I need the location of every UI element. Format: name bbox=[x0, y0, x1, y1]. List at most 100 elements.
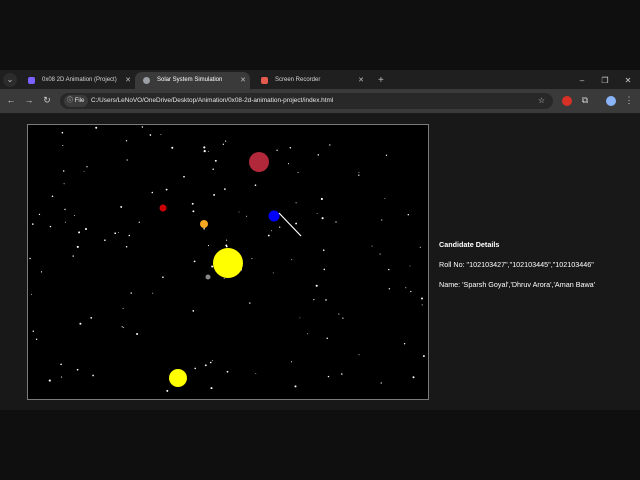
star bbox=[62, 170, 65, 172]
star bbox=[322, 249, 325, 251]
reload-icon[interactable]: ↻ bbox=[41, 95, 53, 106]
toolbar: ← → ↻ ⓘ File C:/Users/LeNoVO/OneDrive/De… bbox=[0, 89, 640, 113]
star bbox=[276, 149, 278, 151]
close-icon[interactable]: ✕ bbox=[125, 72, 131, 89]
star bbox=[128, 234, 131, 237]
tab-animation-project[interactable]: 0x08 2D Animation (Project) ✕ bbox=[20, 72, 135, 89]
star bbox=[388, 268, 390, 271]
close-icon[interactable]: ✕ bbox=[240, 72, 246, 89]
back-icon[interactable]: ← bbox=[5, 95, 17, 105]
star bbox=[203, 146, 206, 149]
star bbox=[225, 140, 227, 142]
star bbox=[130, 292, 132, 294]
star bbox=[371, 245, 373, 247]
star bbox=[249, 302, 251, 304]
restore-icon[interactable]: ❐ bbox=[595, 72, 615, 89]
tab-search-icon[interactable]: ⌄ bbox=[3, 73, 17, 87]
menu-kebab-icon[interactable]: ⋮ bbox=[623, 95, 635, 106]
star bbox=[51, 195, 54, 198]
star bbox=[251, 258, 253, 260]
tab-solar-system[interactable]: Solar System Simulation ✕ bbox=[135, 72, 250, 89]
star bbox=[421, 304, 423, 306]
star bbox=[203, 228, 205, 230]
star bbox=[48, 379, 51, 382]
star bbox=[60, 376, 63, 378]
star bbox=[422, 355, 425, 358]
star bbox=[38, 213, 41, 216]
star bbox=[92, 374, 94, 377]
star bbox=[79, 322, 82, 325]
star bbox=[407, 213, 410, 216]
solar-system-canvas[interactable] bbox=[27, 124, 429, 400]
star bbox=[409, 265, 411, 267]
star bbox=[31, 293, 32, 295]
planet-orange bbox=[200, 220, 208, 228]
star bbox=[325, 299, 327, 301]
minimize-icon[interactable]: – bbox=[572, 72, 592, 89]
star bbox=[49, 225, 52, 228]
star bbox=[321, 217, 324, 220]
file-chip[interactable]: ⓘ File bbox=[64, 95, 89, 107]
star bbox=[104, 239, 106, 241]
star bbox=[267, 234, 270, 237]
star bbox=[151, 191, 154, 194]
extensions-puzzle-icon[interactable]: ⧉ bbox=[579, 95, 591, 106]
star bbox=[29, 257, 31, 260]
star bbox=[152, 292, 154, 294]
star bbox=[272, 272, 274, 274]
extension-red-icon[interactable] bbox=[562, 96, 572, 106]
star bbox=[358, 172, 360, 173]
star bbox=[421, 297, 423, 300]
tab-title: 0x08 2D Animation (Project) bbox=[42, 77, 117, 83]
star bbox=[317, 154, 320, 156]
star bbox=[120, 205, 123, 208]
star bbox=[209, 361, 212, 364]
star bbox=[191, 202, 194, 205]
page-viewport: Candidate Details Roll No: "102103427","… bbox=[0, 114, 640, 410]
star bbox=[207, 150, 209, 152]
window-close-icon[interactable]: ✕ bbox=[618, 72, 638, 89]
star bbox=[226, 370, 229, 373]
star bbox=[171, 146, 174, 149]
star bbox=[83, 171, 85, 172]
forward-icon[interactable]: → bbox=[23, 95, 35, 105]
star bbox=[90, 317, 93, 319]
star bbox=[203, 150, 206, 153]
new-tab-button[interactable]: + bbox=[378, 72, 384, 89]
star bbox=[410, 290, 412, 293]
star bbox=[138, 221, 140, 223]
star bbox=[295, 202, 297, 204]
star bbox=[342, 317, 344, 319]
star bbox=[72, 255, 74, 257]
star bbox=[403, 343, 406, 345]
info-icon: ⓘ bbox=[67, 98, 74, 104]
star bbox=[165, 188, 168, 191]
star bbox=[210, 387, 213, 390]
tab-screen-recorder[interactable]: Screen Recorder ✕ bbox=[253, 72, 368, 89]
star bbox=[223, 277, 225, 279]
star bbox=[62, 144, 64, 147]
star bbox=[40, 271, 43, 273]
star bbox=[255, 373, 257, 375]
url-text[interactable]: C:/Users/LeNoVO/OneDrive/Desktop/Animati… bbox=[91, 93, 333, 109]
star bbox=[78, 231, 81, 234]
star bbox=[122, 307, 124, 309]
star bbox=[254, 184, 257, 187]
star bbox=[329, 144, 331, 146]
close-icon[interactable]: ✕ bbox=[358, 72, 364, 89]
star bbox=[126, 159, 128, 161]
star bbox=[388, 288, 391, 290]
star bbox=[327, 375, 330, 378]
address-bar[interactable]: ⓘ File C:/Users/LeNoVO/OneDrive/Desktop/… bbox=[60, 93, 553, 109]
star bbox=[194, 367, 196, 370]
bookmark-star-icon[interactable]: ☆ bbox=[538, 93, 545, 109]
star bbox=[307, 333, 308, 335]
profile-avatar-icon[interactable] bbox=[606, 96, 616, 106]
candidate-details: Candidate Details Roll No: "102103427","… bbox=[439, 240, 595, 289]
star bbox=[299, 317, 301, 319]
star bbox=[212, 168, 214, 171]
star bbox=[31, 223, 34, 225]
star bbox=[380, 382, 382, 384]
star bbox=[117, 231, 119, 233]
sun-secondary bbox=[169, 369, 187, 387]
